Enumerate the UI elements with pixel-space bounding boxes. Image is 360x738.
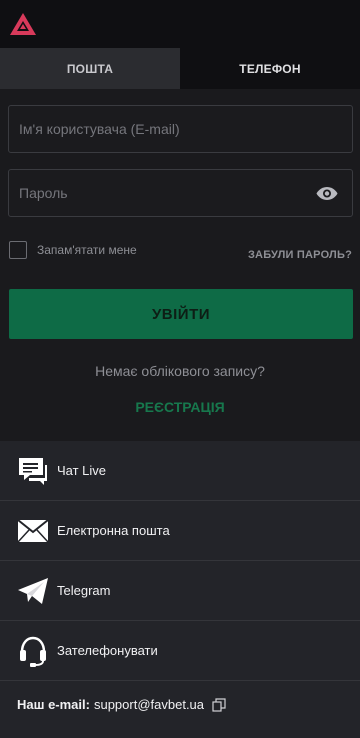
contact-live-chat[interactable]: Чат Live — [0, 441, 360, 501]
username-input[interactable] — [9, 106, 352, 152]
support-email-label: Наш e-mail: — [17, 697, 90, 712]
tab-email[interactable]: ПОШТА — [0, 48, 180, 89]
tab-phone[interactable]: ТЕЛЕФОН — [180, 48, 360, 89]
envelope-icon — [16, 514, 50, 548]
forgot-password-link[interactable]: ЗАБУЛИ ПАРОЛЬ? — [248, 249, 352, 261]
remember-me-label: Запам'ятати мене — [37, 243, 137, 257]
contact-email[interactable]: Електронна пошта — [0, 501, 360, 561]
remember-me-checkbox[interactable] — [9, 241, 27, 259]
contact-telegram[interactable]: Telegram — [0, 561, 360, 621]
tab-phone-label: ТЕЛЕФОН — [239, 61, 301, 76]
login-form: Запам'ятати мене ЗАБУЛИ ПАРОЛЬ? УВІЙТИ Н… — [0, 89, 360, 441]
no-account-text: Немає облікового запису? — [95, 363, 265, 379]
top-bar — [0, 0, 360, 48]
support-email-value[interactable]: support@favbet.ua — [94, 697, 204, 712]
contact-call[interactable]: Зателефонувати — [0, 621, 360, 681]
tab-email-label: ПОШТА — [66, 61, 114, 76]
contact-live-chat-label: Чат Live — [57, 463, 107, 478]
show-password-eye-icon[interactable] — [316, 186, 338, 201]
register-link[interactable]: РЕЄСТРАЦІЯ — [0, 399, 360, 415]
copy-icon[interactable] — [212, 697, 226, 712]
favbet-logo-icon[interactable] — [9, 12, 37, 36]
password-input[interactable] — [9, 170, 352, 216]
remember-me[interactable]: Запам'ятати мене — [9, 241, 137, 259]
support-contacts: Чат Live Електронна пошта Telegram Зател… — [0, 441, 360, 738]
login-method-tabs: ПОШТА ТЕЛЕФОН — [0, 48, 360, 89]
password-field — [8, 169, 353, 217]
username-field — [8, 105, 353, 153]
contact-email-label: Електронна пошта — [57, 523, 170, 538]
contact-call-label: Зателефонувати — [57, 643, 158, 658]
chat-icon — [16, 454, 50, 488]
headset-icon — [16, 634, 50, 668]
support-email-line: Наш e-mail: support@favbet.ua — [17, 697, 226, 712]
login-button[interactable]: УВІЙТИ — [9, 289, 353, 339]
telegram-icon — [16, 574, 50, 608]
contact-telegram-label: Telegram — [57, 583, 111, 598]
